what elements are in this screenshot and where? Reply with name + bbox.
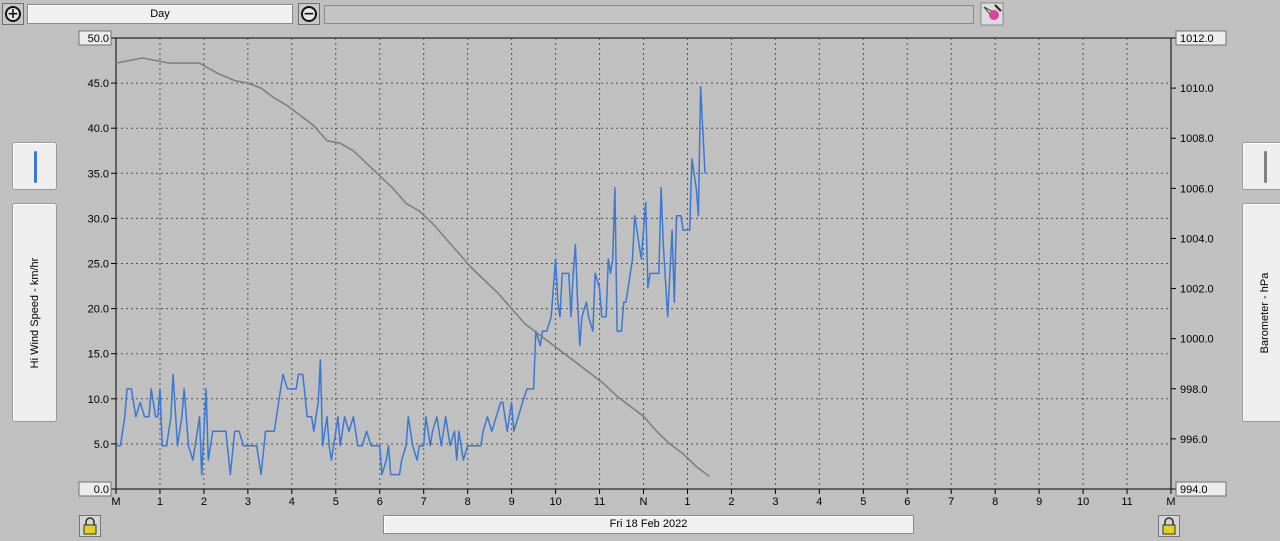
x-tick-label: 10 — [549, 496, 561, 508]
x-tick-label: 2 — [728, 496, 734, 508]
chart-grid — [115, 37, 1172, 490]
right-tick-label: 1006.0 — [1180, 183, 1214, 195]
x-tick-label: M — [111, 496, 120, 508]
right-tick-label: 1010.0 — [1180, 83, 1214, 95]
right-tick-label: 1004.0 — [1180, 233, 1214, 245]
left-tick-label: 45.0 — [88, 78, 109, 90]
left-tick-label: 10.0 — [88, 394, 109, 406]
right-tick-label: 996.0 — [1180, 434, 1208, 446]
left-tick-label: 0.0 — [94, 484, 109, 496]
right-tick-label: 1008.0 — [1180, 133, 1214, 145]
x-tick-label: 1 — [157, 496, 163, 508]
right-tick-label: 1002.0 — [1180, 284, 1214, 296]
x-tick-label: 4 — [816, 496, 822, 508]
left-tick-label: 15.0 — [88, 349, 109, 361]
x-tick-label: 9 — [1036, 496, 1042, 508]
left-tick-label: 40.0 — [88, 123, 109, 135]
right-tick-label: 998.0 — [1180, 384, 1208, 396]
x-tick-label: 3 — [245, 496, 251, 508]
lock-icon — [83, 517, 97, 535]
chart-series — [115, 57, 710, 478]
lock-icon — [1162, 517, 1176, 535]
x-tick-label: 5 — [860, 496, 866, 508]
left-tick-label: 35.0 — [88, 168, 109, 180]
x-tick-label: 3 — [772, 496, 778, 508]
left-tick-label: 20.0 — [88, 304, 109, 316]
left-tick-label: 5.0 — [94, 439, 109, 451]
x-tick-label: 11 — [594, 496, 605, 508]
x-tick-label: 5 — [333, 496, 339, 508]
right-tick-label: 1000.0 — [1180, 334, 1214, 346]
x-tick-label: 6 — [904, 496, 910, 508]
left-tick-label: 30.0 — [88, 213, 109, 225]
x-tick-label: 11 — [1121, 496, 1132, 508]
x-tick-label: 7 — [421, 496, 427, 508]
left-tick-label: 25.0 — [88, 259, 109, 271]
x-tick-label: 8 — [992, 496, 998, 508]
x-tick-label: 10 — [1077, 496, 1089, 508]
x-tick-label: 1 — [684, 496, 690, 508]
x-tick-label: 2 — [201, 496, 207, 508]
right-lock-button[interactable] — [1158, 515, 1180, 537]
left-tick-label: 50.0 — [88, 33, 109, 45]
x-tick-label: 9 — [509, 496, 515, 508]
x-tick-label: 4 — [289, 496, 295, 508]
x-tick-label: 6 — [377, 496, 383, 508]
right-tick-label: 994.0 — [1180, 484, 1208, 496]
x-tick-label: N — [640, 496, 648, 508]
x-tick-label: M — [1166, 496, 1175, 508]
left-lock-button[interactable] — [79, 515, 101, 537]
chart-axes: M 1 2 3 4 5 6 7 8 9 10 11 N 1 2 3 4 5 6 7 8 9 10 11 M0.05.010.01… — [78, 30, 1227, 508]
x-tick-label: 7 — [948, 496, 954, 508]
x-tick-label: 8 — [465, 496, 471, 508]
chart-canvas: M 1 2 3 4 5 6 7 8 9 10 11 N 1 2 3 4 5 6 7 8 9 10 11 M0.05.010.01… — [78, 30, 1227, 508]
date-display: Fri 18 Feb 2022 — [383, 515, 914, 534]
right-tick-label: 1012.0 — [1180, 33, 1214, 45]
